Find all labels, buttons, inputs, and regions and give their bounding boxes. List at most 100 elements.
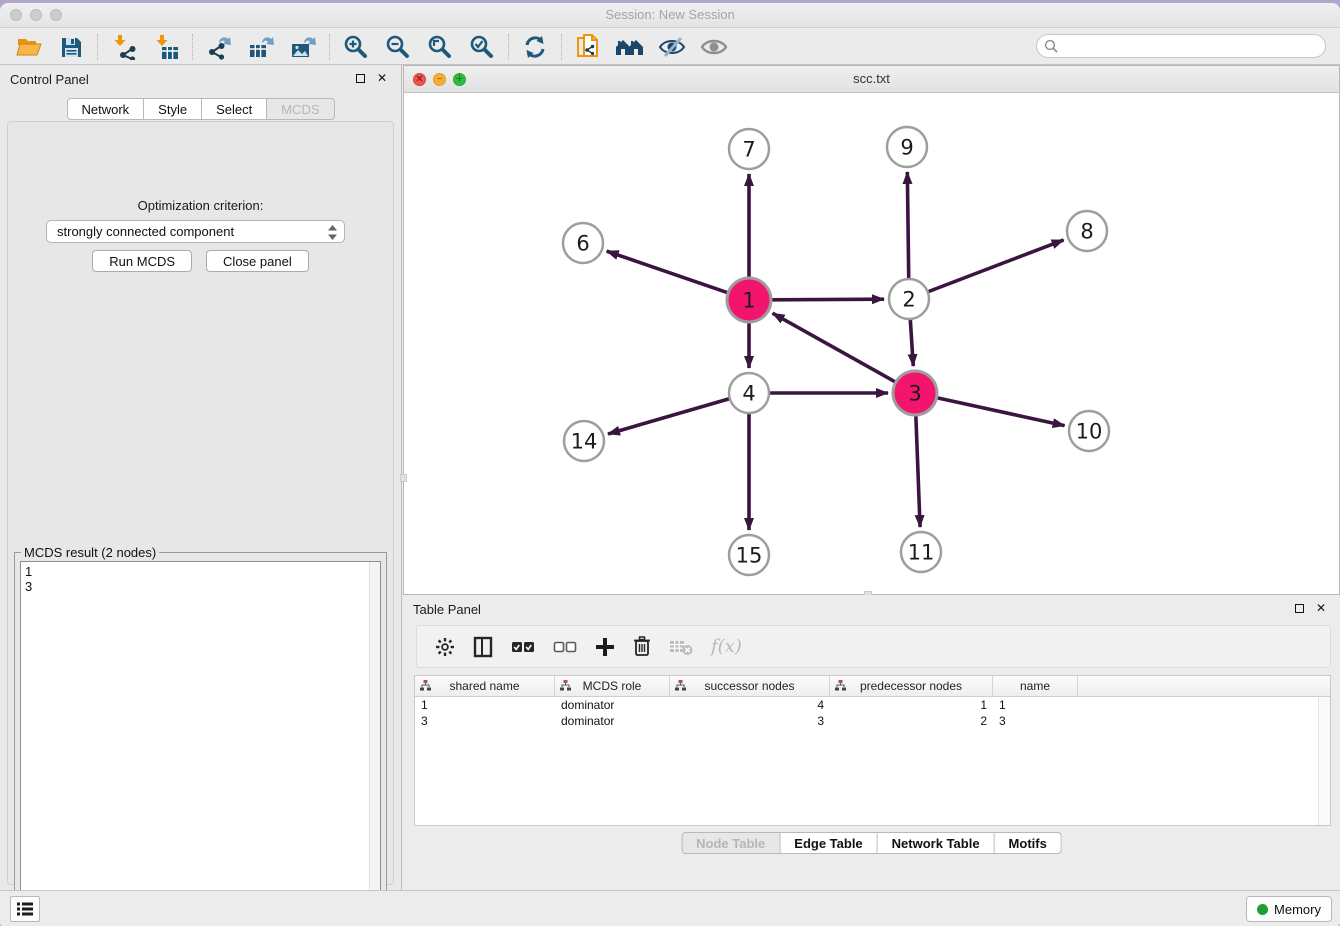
zoom-in-button[interactable]	[335, 31, 377, 63]
status-bar: Memory	[0, 890, 1340, 926]
export-network-button[interactable]	[198, 31, 240, 63]
delete-table-button[interactable]	[669, 632, 693, 662]
duplicate-network-button[interactable]	[567, 31, 609, 63]
graph-node-14[interactable]: 14	[564, 421, 604, 461]
delete-table-icon	[669, 638, 693, 656]
graph-node-15[interactable]: 15	[729, 535, 769, 575]
graph-edge-3-10[interactable]	[937, 398, 1064, 426]
table-row[interactable]: 1dominator411	[415, 697, 1330, 713]
save-session-button[interactable]	[50, 31, 92, 63]
open-session-button[interactable]	[8, 31, 50, 63]
table-toolbar: f(x)	[416, 625, 1331, 668]
table-row[interactable]: 3dominator323	[415, 713, 1330, 729]
result-scrollbar[interactable]	[369, 562, 380, 926]
import-table-button[interactable]	[145, 31, 187, 63]
zoom-selected-icon	[469, 34, 495, 60]
table-cell[interactable]: 2	[830, 713, 993, 729]
tab-mcds[interactable]: MCDS	[267, 98, 334, 120]
tab-node-table[interactable]: Node Table	[681, 832, 780, 854]
function-icon: f(x)	[711, 636, 742, 657]
app-window: Session: New Session	[0, 3, 1340, 926]
network-canvas-svg: 7 9 6 8 1 2 4 3 14 10 15 11	[404, 93, 1339, 594]
float-panel-button[interactable]	[353, 71, 367, 85]
graph-edge-4-14[interactable]	[608, 399, 729, 434]
run-mcds-button[interactable]: Run MCDS	[92, 250, 192, 272]
table-options-button[interactable]	[435, 632, 455, 662]
export-image-button[interactable]	[282, 31, 324, 63]
graph-edge-1-2[interactable]	[772, 299, 884, 300]
import-network-button[interactable]	[103, 31, 145, 63]
zoom-fit-button[interactable]	[419, 31, 461, 63]
tab-network-table[interactable]: Network Table	[878, 832, 995, 854]
node-table-header: shared name MCDS rolesuccessor nodesprede…	[415, 676, 1330, 697]
mcds-result-text[interactable]: 1 3	[20, 561, 381, 926]
graph-edge-2-3[interactable]	[910, 320, 913, 366]
add-row-button[interactable]	[595, 632, 615, 662]
column-header-shared-name[interactable]: shared name	[415, 676, 555, 696]
graph-edge-3-11[interactable]	[916, 416, 920, 527]
zoom-selected-button[interactable]	[461, 31, 503, 63]
deselect-all-button[interactable]	[553, 632, 577, 662]
select-all-button[interactable]	[511, 632, 535, 662]
memory-button[interactable]: Memory	[1246, 896, 1332, 922]
hide-selected-button[interactable]	[651, 31, 693, 63]
graph-node-9[interactable]: 9	[887, 127, 927, 167]
column-header-MCDS-role[interactable]: MCDS role	[555, 676, 670, 696]
network-canvas[interactable]: 7 9 6 8 1 2 4 3 14 10 15 11	[404, 93, 1339, 594]
column-label: shared name	[449, 679, 519, 693]
table-cell[interactable]: 3	[993, 713, 1078, 729]
graph-node-8[interactable]: 8	[1067, 211, 1107, 251]
memory-label: Memory	[1274, 902, 1321, 917]
vertical-splitter-grip[interactable]	[400, 474, 407, 482]
show-column-panel-button[interactable]	[473, 632, 493, 662]
close-table-panel-button[interactable]: ✕	[1314, 601, 1328, 615]
table-cell[interactable]: dominator	[555, 713, 670, 729]
graph-edge-3-1[interactable]	[773, 313, 895, 382]
criterion-select[interactable]: strongly connected component	[46, 220, 345, 243]
show-hidden-button[interactable]	[693, 31, 735, 63]
delete-row-button[interactable]	[633, 632, 651, 662]
tab-network[interactable]: Network	[66, 98, 144, 120]
export-table-button[interactable]	[240, 31, 282, 63]
graph-node-6[interactable]: 6	[563, 223, 603, 263]
table-cell[interactable]: 3	[670, 713, 830, 729]
table-cell[interactable]: 3	[415, 713, 555, 729]
graph-node-10[interactable]: 10	[1069, 411, 1109, 451]
table-cell[interactable]: 1	[415, 697, 555, 713]
table-cell[interactable]: 4	[670, 697, 830, 713]
table-tabs: Node TableEdge TableNetwork TableMotifs	[681, 832, 1062, 854]
table-cell[interactable]: 1	[830, 697, 993, 713]
graph-node-7[interactable]: 7	[729, 129, 769, 169]
graph-node-3[interactable]: 3	[893, 371, 937, 415]
table-cell[interactable]: dominator	[555, 697, 670, 713]
tab-style[interactable]: Style	[144, 98, 202, 120]
column-header-predecessor-nodes[interactable]: predecessor nodes	[830, 676, 993, 696]
close-panel-action-button[interactable]: Close panel	[206, 250, 309, 272]
list-icon	[16, 901, 34, 917]
table-cell[interactable]: 1	[993, 697, 1078, 713]
tab-edge-table[interactable]: Edge Table	[780, 832, 877, 854]
task-history-button[interactable]	[10, 896, 40, 922]
graph-node-2[interactable]: 2	[889, 279, 929, 319]
graph-node-1[interactable]: 1	[727, 278, 771, 322]
combo-arrows-icon	[327, 224, 338, 241]
table-scrollbar[interactable]	[1318, 697, 1330, 825]
column-header-name[interactable]: name	[993, 676, 1078, 696]
toolbar-separator	[192, 34, 193, 60]
close-panel-button[interactable]: ✕	[375, 71, 389, 85]
apply-function-button[interactable]: f(x)	[711, 632, 742, 662]
column-header-successor-nodes[interactable]: successor nodes	[670, 676, 830, 696]
float-table-panel-button[interactable]	[1292, 601, 1306, 615]
graph-node-label: 2	[902, 288, 915, 312]
search-input[interactable]	[1036, 34, 1326, 58]
zoom-out-button[interactable]	[377, 31, 419, 63]
graph-edge-1-6[interactable]	[607, 251, 728, 292]
graph-edge-2-9[interactable]	[907, 172, 908, 278]
graph-node-11[interactable]: 11	[901, 532, 941, 572]
apply-layout-button[interactable]	[514, 31, 556, 63]
graph-node-4[interactable]: 4	[729, 373, 769, 413]
tab-select[interactable]: Select	[202, 98, 267, 120]
graph-edge-2-8[interactable]	[929, 240, 1064, 292]
show-all-networks-button[interactable]	[609, 31, 651, 63]
tab-motifs[interactable]: Motifs	[995, 832, 1062, 854]
